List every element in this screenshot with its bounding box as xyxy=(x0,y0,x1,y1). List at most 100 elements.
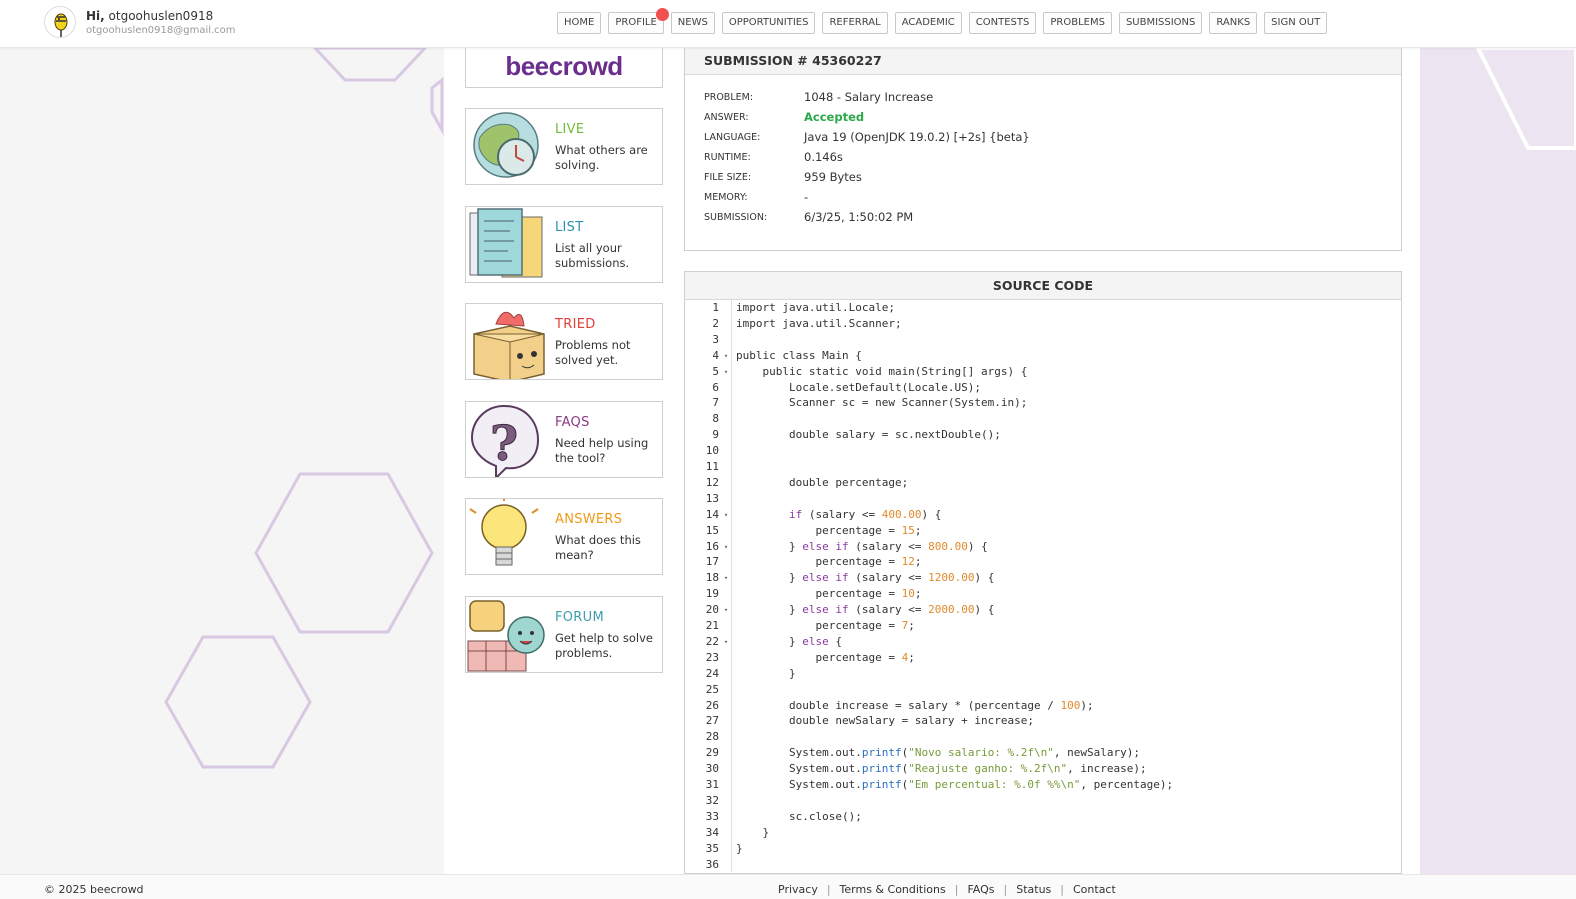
menu-card-live[interactable]: LIVE What others are solving. xyxy=(465,108,663,185)
nav-opportunities-button[interactable]: OPPORTUNITIES xyxy=(721,12,816,34)
code-line: 8 xyxy=(685,411,1401,427)
code-line: 6 Locale.setDefault(Locale.US); xyxy=(685,380,1401,396)
code-text: } xyxy=(736,825,770,839)
fold-arrow-icon[interactable]: ▾ xyxy=(722,602,730,618)
line-number: 10 xyxy=(705,444,719,458)
footer-faqs-link[interactable]: FAQs xyxy=(967,883,994,896)
code-line: 30 System.out.printf("Reajuste ganho: %.… xyxy=(685,761,1401,777)
line-number: 23 xyxy=(705,650,719,664)
nav-referral-button[interactable]: REFERRAL xyxy=(822,12,888,34)
line-number: 19 xyxy=(705,587,719,601)
code-line: 11 xyxy=(685,459,1401,475)
menu-card-tried[interactable]: TRIED Problems not solved yet. xyxy=(465,303,663,380)
code-line: 4 ▾ public class Main { xyxy=(685,348,1401,364)
info-label: LANGUAGE: xyxy=(704,132,761,143)
copyright: © 2025 beecrowd xyxy=(44,883,144,896)
code-text: Scanner sc = new Scanner(System.in); xyxy=(736,396,1028,410)
line-number: 6 xyxy=(712,380,719,394)
info-label: MEMORY: xyxy=(704,192,748,203)
line-number: 21 xyxy=(705,619,719,632)
line-number: 22 xyxy=(705,634,719,648)
line-number: 30 xyxy=(705,762,719,776)
menu-card-forum[interactable]: FORUM Get help to solve problems. xyxy=(465,596,663,673)
footer-terms-link[interactable]: Terms & Conditions xyxy=(840,883,946,896)
fold-arrow-icon[interactable]: ▾ xyxy=(722,539,730,555)
menu-card-title: FAQS xyxy=(555,415,590,430)
info-label: SUBMISSION: xyxy=(704,212,768,223)
code-line: 16 ▾ } else if (salary <= 800.00) { xyxy=(685,539,1401,555)
fold-arrow-icon[interactable]: ▾ xyxy=(722,570,730,586)
code-line: 7 Scanner sc = new Scanner(System.in); xyxy=(685,395,1401,411)
box-icon xyxy=(473,311,545,379)
line-number: 18 xyxy=(705,571,719,585)
fold-arrow-icon[interactable]: ▾ xyxy=(722,507,730,523)
nav-sign-out-button[interactable]: SIGN OUT xyxy=(1264,12,1328,34)
fold-arrow-icon[interactable]: ▾ xyxy=(722,364,730,380)
menu-card-description: What does this mean? xyxy=(555,533,641,562)
info-value: 0.146s xyxy=(804,150,843,164)
info-label: FILE SIZE: xyxy=(704,172,752,183)
code-line: 35} xyxy=(685,841,1401,857)
code-text: import java.util.Locale; xyxy=(736,301,895,314)
user-avatar[interactable] xyxy=(44,6,76,38)
code-text: public class Main { xyxy=(736,348,862,362)
fold-arrow-icon[interactable]: ▾ xyxy=(722,348,730,364)
line-number: 20 xyxy=(705,603,719,617)
menu-card-faqs[interactable]: ? FAQS Need help using the tool? xyxy=(465,401,663,478)
code-line: 10 xyxy=(685,443,1401,459)
user-greeting: Hi, otgoohuslen0918 xyxy=(86,9,236,23)
line-number: 9 xyxy=(712,428,719,442)
nav-problems-button[interactable]: PROBLEMS xyxy=(1043,12,1112,34)
menu-card-description: Problems not solved yet. xyxy=(555,338,631,367)
footer-privacy-link[interactable]: Privacy xyxy=(778,883,818,896)
line-number: 13 xyxy=(705,491,719,505)
footer-status-link[interactable]: Status xyxy=(1016,883,1051,896)
nav-academic-button[interactable]: ACADEMIC xyxy=(894,12,962,34)
menu-card-answers[interactable]: ANSWERS What does this mean? xyxy=(465,498,663,575)
code-text: double percentage; xyxy=(736,475,909,489)
code-editor[interactable]: 1 import java.util.Locale; 2 import java.ut… xyxy=(685,300,1401,872)
menu-card-list[interactable]: LIST List all your submissions. xyxy=(465,206,663,283)
line-number: 5 xyxy=(712,364,719,378)
source-code-panel: SOURCE CODE 1 import java.util.Locale; 2 im… xyxy=(684,271,1402,874)
code-line: 17 percentage = 12; xyxy=(685,554,1401,570)
code-line: 9 double salary = sc.nextDouble(); xyxy=(685,427,1401,443)
code-text: double newSalary = salary + increase; xyxy=(736,714,1035,728)
code-text: Locale.setDefault(Locale.US); xyxy=(736,380,982,394)
menu-card-title: FORUM xyxy=(555,610,604,625)
code-text: public static void main(String[] args) { xyxy=(736,364,1028,378)
nav-contests-button[interactable]: CONTESTS xyxy=(968,12,1037,34)
code-text: double increase = salary * (percentage /… xyxy=(736,698,1094,712)
nav-home-button[interactable]: HOME xyxy=(557,12,602,34)
submission-panel: SUBMISSION # 45360227 PROBLEM: 1048 - Sal… xyxy=(684,40,1402,251)
nav-submissions-button[interactable]: SUBMISSIONS xyxy=(1118,12,1203,34)
code-line: 25 xyxy=(685,682,1401,698)
info-label: ANSWER: xyxy=(704,112,749,123)
question-bubble-icon: ? xyxy=(470,404,540,477)
line-number: 28 xyxy=(705,730,719,744)
line-number: 16 xyxy=(705,539,719,553)
info-value: 1048 - Salary Increase xyxy=(804,90,934,104)
nav-profile-button[interactable]: PROFILE xyxy=(608,8,669,34)
line-number: 15 xyxy=(705,523,719,537)
code-text: percentage = 10; xyxy=(736,587,922,601)
menu-card-description: List all your submissions. xyxy=(555,241,630,270)
notes-list-icon xyxy=(469,208,543,278)
fold-arrow-icon[interactable]: ▾ xyxy=(722,634,730,650)
nav-news-button[interactable]: NEWS xyxy=(670,12,715,34)
line-number: 24 xyxy=(705,666,719,680)
nav-ranks-button[interactable]: RANKS xyxy=(1209,12,1258,34)
footer-contact-link[interactable]: Contact xyxy=(1073,883,1116,896)
top-bar: Hi, otgoohuslen0918 otgoohuslen0918@gmai… xyxy=(0,0,1576,48)
menu-card-description: Get help to solve problems. xyxy=(555,631,653,660)
line-number: 29 xyxy=(705,746,719,760)
code-line: 1 import java.util.Locale; xyxy=(685,300,1401,316)
line-number: 27 xyxy=(705,714,719,728)
globe-clock-icon xyxy=(473,112,539,178)
code-text: } else if (salary <= 800.00) { xyxy=(736,539,988,553)
info-value: Java 19 (OpenJDK 19.0.2) [+2s] {beta} xyxy=(804,130,1030,144)
notification-dot xyxy=(655,8,669,21)
user-email: otgoohuslen0918@gmail.com xyxy=(86,25,236,36)
code-text: System.out.printf("Reajuste ganho: %.2f\… xyxy=(736,762,1147,776)
code-line: 29 System.out.printf("Novo salario: %.2f… xyxy=(685,745,1401,761)
